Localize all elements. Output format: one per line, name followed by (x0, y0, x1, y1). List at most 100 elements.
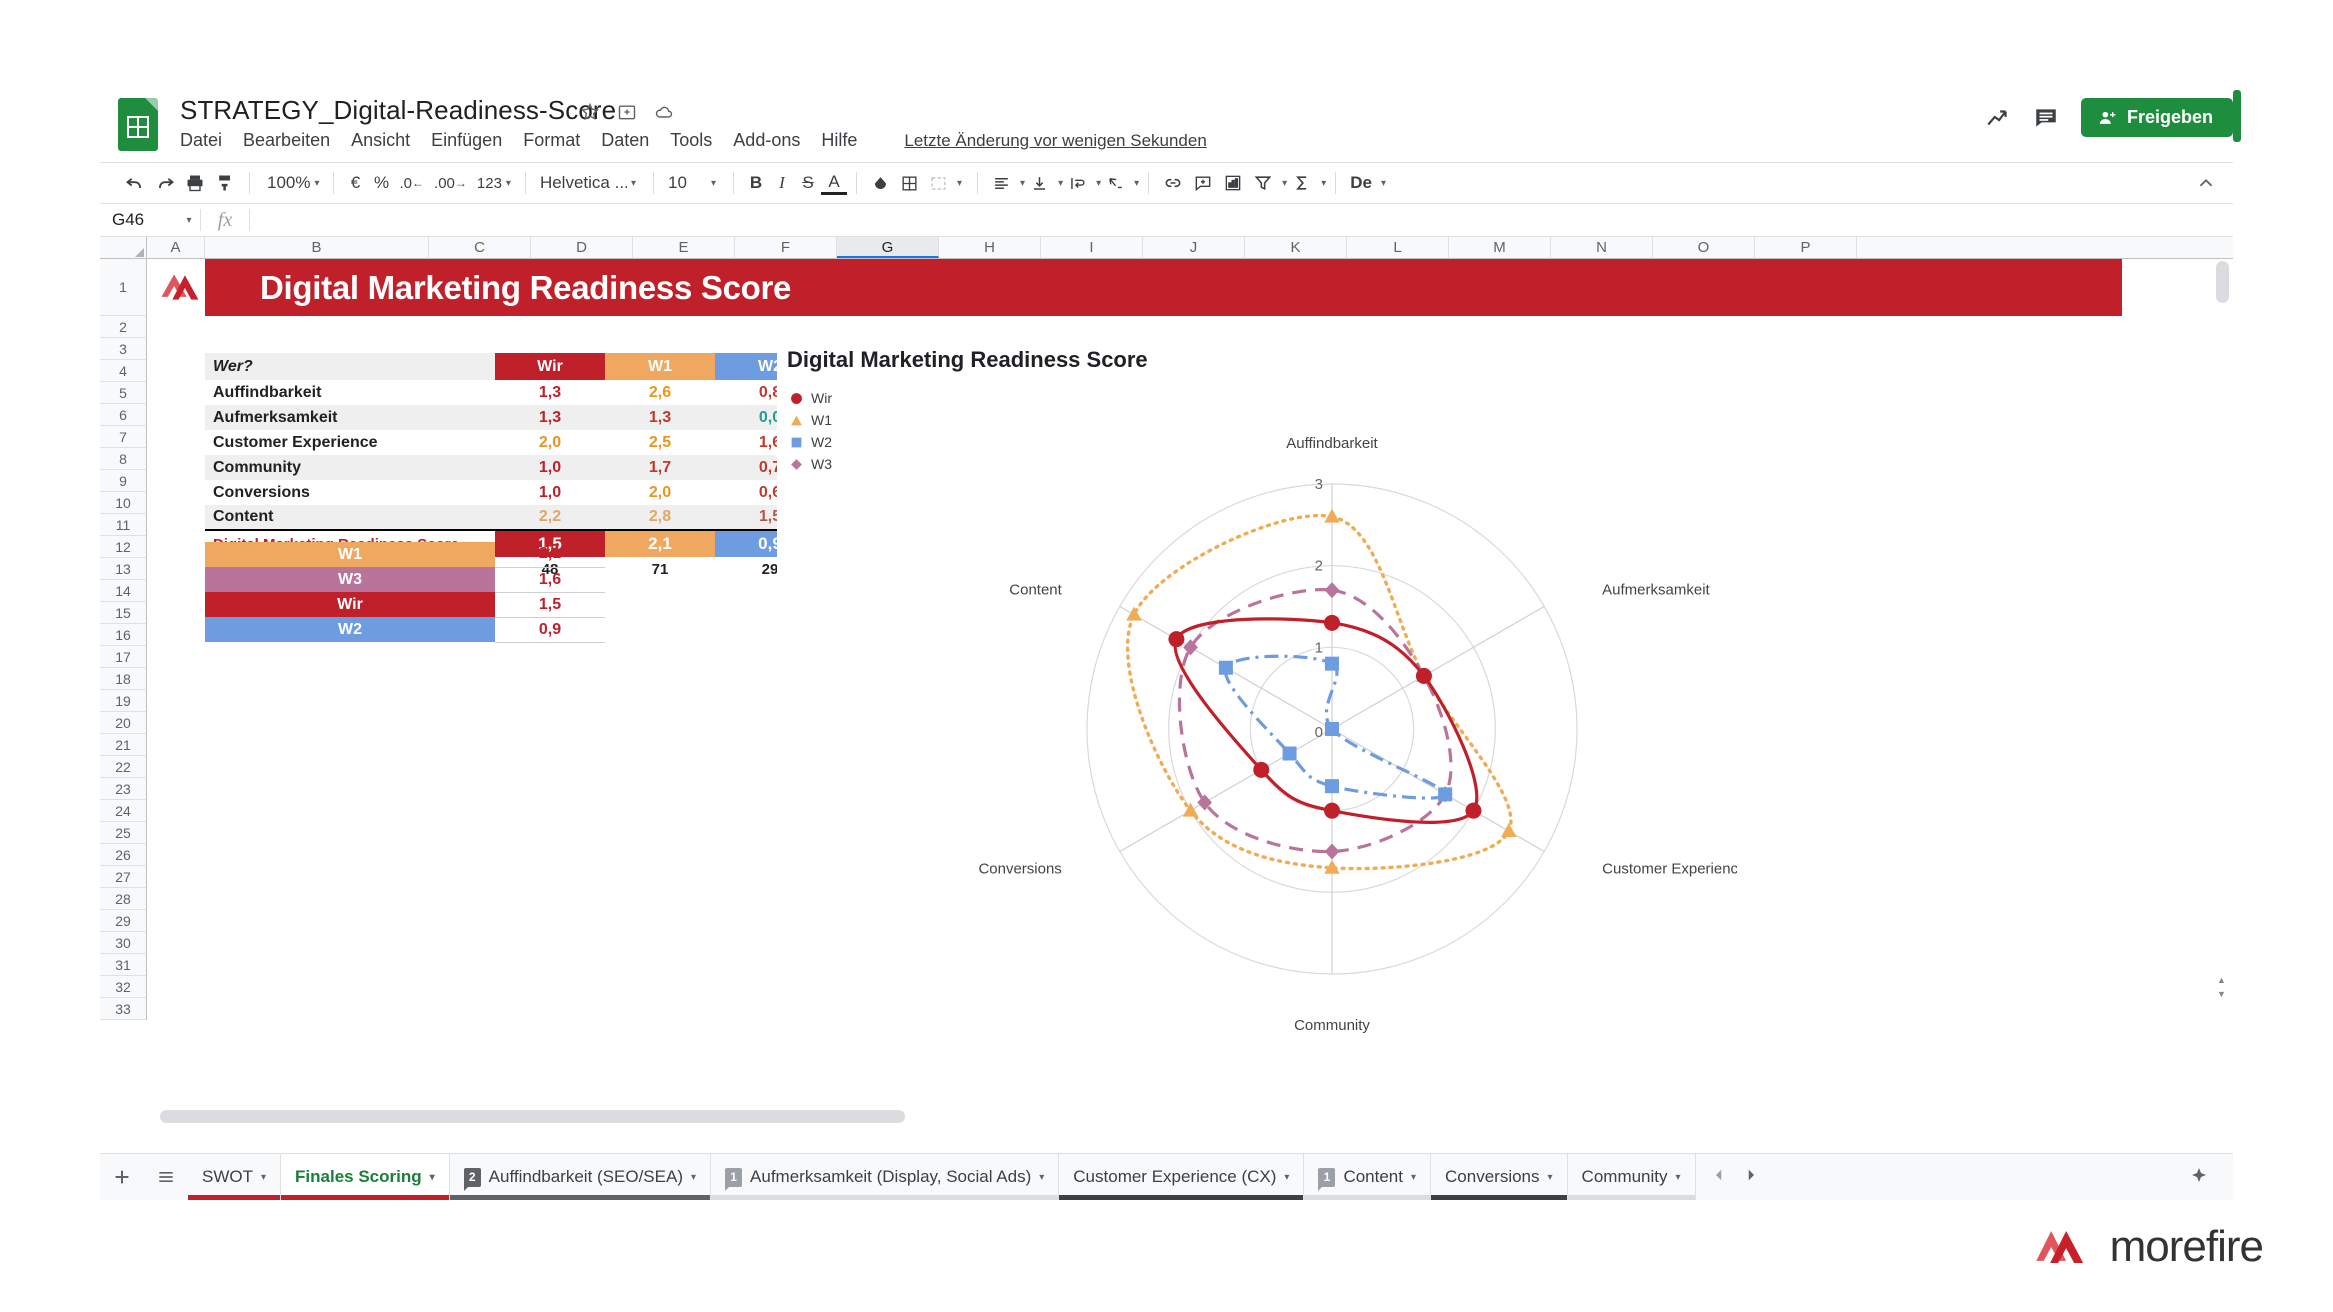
rank-name[interactable]: W1 (205, 542, 495, 567)
text-wrap-icon[interactable] (1063, 166, 1092, 200)
share-button[interactable]: Freigeben (2080, 98, 2233, 137)
rank-value[interactable]: 1,6 (495, 567, 605, 593)
chevron-down-icon[interactable]: ▾ (1676, 1172, 1681, 1183)
locale-button[interactable]: De (1345, 166, 1377, 200)
column-header-C[interactable]: C (429, 237, 531, 258)
score-value-cell[interactable]: 2,5 (605, 430, 715, 455)
score-value-cell[interactable]: 2,2 (495, 505, 605, 531)
score-header-cell[interactable]: W1 (605, 353, 715, 380)
rank-value[interactable]: 1,5 (495, 592, 605, 618)
score-percent-value[interactable]: 71 (605, 557, 715, 582)
row-header-19[interactable]: 19 (100, 690, 147, 712)
next-sheet-arrow-icon[interactable] (1742, 1166, 1760, 1189)
comment-icon[interactable] (2033, 105, 2059, 131)
rank-value[interactable]: 2,1 (495, 542, 605, 568)
score-value-cell[interactable]: 2,8 (605, 505, 715, 531)
menu-addons[interactable]: Add-ons (733, 130, 800, 151)
score-row-label[interactable]: Auffindbarkeit (205, 380, 495, 405)
score-row-label[interactable]: Conversions (205, 480, 495, 505)
explore-button[interactable] (2187, 1154, 2233, 1200)
column-header-M[interactable]: M (1449, 237, 1551, 258)
row-header-33[interactable]: 33 (100, 998, 147, 1020)
score-row-label[interactable]: Customer Experience (205, 430, 495, 455)
move-to-folder-icon[interactable] (617, 102, 637, 122)
rank-name[interactable]: W3 (205, 567, 495, 592)
chevron-down-icon[interactable]: ▾ (1284, 1172, 1289, 1183)
row-header-1[interactable]: 1 (100, 259, 147, 316)
insert-comment-icon[interactable] (1188, 166, 1218, 200)
functions-icon[interactable] (1287, 166, 1317, 200)
activity-dashboard-icon[interactable] (1985, 105, 2011, 131)
menu-daten[interactable]: Daten (601, 130, 649, 151)
cloud-saved-icon[interactable] (654, 102, 674, 122)
add-sheet-button[interactable] (100, 1154, 144, 1200)
row-header-31[interactable]: 31 (100, 954, 147, 976)
column-header-E[interactable]: E (633, 237, 735, 258)
legend-item[interactable]: W1 (787, 409, 832, 431)
row-header-32[interactable]: 32 (100, 976, 147, 998)
column-header-B[interactable]: B (205, 237, 429, 258)
score-value-cell[interactable]: 1,3 (495, 405, 605, 430)
text-rotation-icon[interactable] (1101, 166, 1130, 200)
scroll-down-arrow-icon[interactable]: ▼ (2217, 989, 2226, 999)
rank-row[interactable]: W3 1,6 (205, 567, 605, 593)
score-total-value[interactable]: 2,1 (605, 530, 715, 557)
rank-name[interactable]: Wir (205, 592, 495, 617)
row-header-18[interactable]: 18 (100, 668, 147, 690)
star-icon[interactable] (580, 102, 600, 122)
undo-icon[interactable] (120, 166, 150, 200)
print-icon[interactable] (180, 166, 210, 200)
chevron-down-icon[interactable]: ▾ (1039, 1172, 1044, 1183)
fill-color-icon[interactable] (866, 166, 895, 200)
score-value-cell[interactable]: 1,7 (605, 455, 715, 480)
score-row-label[interactable]: Content (205, 505, 495, 531)
insert-link-icon[interactable] (1158, 166, 1188, 200)
row-header-27[interactable]: 27 (100, 866, 147, 888)
score-value-cell[interactable]: 2,0 (605, 480, 715, 505)
filter-icon[interactable] (1248, 166, 1278, 200)
more-formats-select[interactable]: 123 ▾ (472, 166, 516, 200)
bold-button[interactable]: B (743, 166, 769, 200)
row-header-28[interactable]: 28 (100, 888, 147, 910)
row-header-22[interactable]: 22 (100, 756, 147, 778)
column-header-A[interactable]: A (147, 237, 205, 258)
score-header-cell[interactable]: Wir (495, 353, 605, 380)
row-header-30[interactable]: 30 (100, 932, 147, 954)
vertical-align-icon[interactable] (1025, 166, 1054, 200)
chevron-down-icon[interactable]: ▾ (430, 1172, 435, 1183)
borders-icon[interactable] (895, 166, 924, 200)
rank-name[interactable]: W2 (205, 617, 495, 642)
column-header-O[interactable]: O (1653, 237, 1755, 258)
legend-item[interactable]: Wir (787, 387, 832, 409)
column-header-G[interactable]: G (837, 237, 939, 258)
menu-bearbeiten[interactable]: Bearbeiten (243, 130, 330, 151)
sheet-tab-conversions[interactable]: Conversions ▾ (1431, 1154, 1568, 1200)
percent-format-button[interactable]: % (369, 166, 395, 200)
menu-tools[interactable]: Tools (670, 130, 712, 151)
column-header-H[interactable]: H (939, 237, 1041, 258)
collapse-toolbar-icon[interactable] (2195, 172, 2217, 199)
document-title[interactable]: STRATEGY_Digital-Readiness-Score (180, 95, 616, 126)
column-header-F[interactable]: F (735, 237, 837, 258)
menu-datei[interactable]: Datei (180, 130, 222, 151)
italic-button[interactable]: I (769, 166, 795, 200)
font-size-select[interactable]: 10 (663, 166, 707, 200)
redo-icon[interactable] (150, 166, 180, 200)
select-all-corner[interactable] (100, 237, 147, 258)
menu-format[interactable]: Format (523, 130, 580, 151)
legend-item[interactable]: W2 (787, 431, 832, 453)
horizontal-scroll-thumb[interactable] (160, 1110, 905, 1123)
score-row-label[interactable]: Aufmerksamkeit (205, 405, 495, 430)
score-value-cell[interactable]: 1,0 (495, 480, 605, 505)
prev-sheet-arrow-icon[interactable] (1710, 1166, 1728, 1189)
currency-format-button[interactable]: € (343, 166, 369, 200)
column-header-D[interactable]: D (531, 237, 633, 258)
score-value-cell[interactable]: 1,3 (605, 405, 715, 430)
rank-row[interactable]: W2 0,9 (205, 617, 605, 643)
merge-cells-icon[interactable] (924, 166, 953, 200)
row-header-7[interactable]: 7 (100, 426, 147, 448)
row-header-12[interactable]: 12 (100, 536, 147, 558)
row-header-20[interactable]: 20 (100, 712, 147, 734)
chevron-down-icon[interactable]: ▾ (691, 1172, 696, 1183)
row-header-25[interactable]: 25 (100, 822, 147, 844)
